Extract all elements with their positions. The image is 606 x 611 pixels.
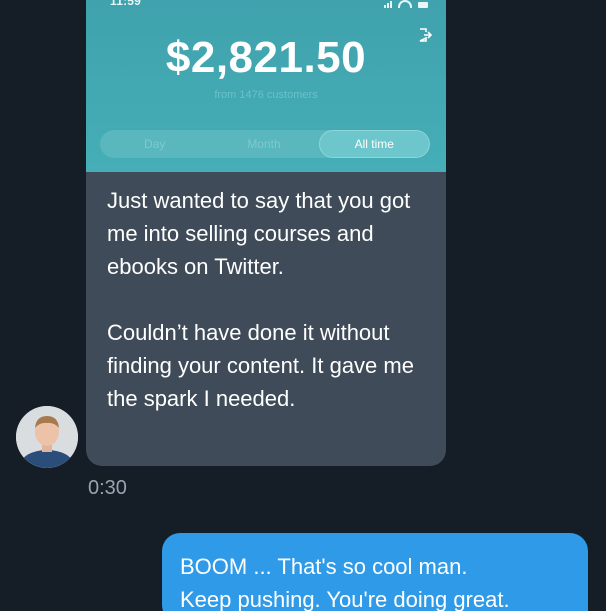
segment-month[interactable]: Month xyxy=(209,130,318,158)
signal-icon xyxy=(384,1,392,8)
message-paragraph-1: Just wanted to say that you got me into … xyxy=(107,188,411,279)
revenue-subtitle: from 1476 customers xyxy=(214,89,318,101)
incoming-message-bubble[interactable]: 11:59 $2,821.50 from 1476 customers Day … xyxy=(86,0,446,466)
wifi-icon xyxy=(398,0,412,8)
status-bar: 11:59 xyxy=(86,0,446,16)
battery-icon xyxy=(418,2,428,8)
status-icons xyxy=(384,0,428,8)
dm-conversation: 11:59 $2,821.50 from 1476 customers Day … xyxy=(0,0,606,611)
message-paragraph-2: Couldn’t have done it without finding yo… xyxy=(107,320,414,411)
outgoing-message-bubble[interactable]: BOOM ... That's so cool man. Keep pushin… xyxy=(162,533,588,611)
status-time: 11:59 xyxy=(110,0,142,8)
message-timestamp: 0:30 xyxy=(88,477,127,499)
outgoing-message-text: BOOM ... That's so cool man. Keep pushin… xyxy=(180,550,580,611)
avatar[interactable] xyxy=(16,406,78,468)
outgoing-line-2: Keep pushing. You're doing great. xyxy=(180,587,510,611)
time-range-segmented-control: Day Month All time xyxy=(100,130,430,158)
revenue-amount: $2,821.50 xyxy=(165,33,367,82)
segment-all-time[interactable]: All time xyxy=(318,130,430,158)
segment-day[interactable]: Day xyxy=(100,130,209,158)
incoming-message-text: Just wanted to say that you got me into … xyxy=(107,184,437,415)
outgoing-line-1: BOOM ... That's so cool man. xyxy=(180,554,468,579)
attached-screenshot[interactable]: 11:59 $2,821.50 from 1476 customers Day … xyxy=(86,0,446,172)
avatar-image xyxy=(16,406,78,468)
